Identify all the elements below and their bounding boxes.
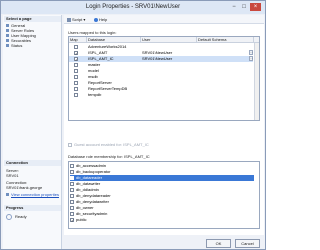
role-label: db_denydatawriter [76, 199, 109, 204]
list-item[interactable]: ✓ public [70, 217, 254, 223]
progress-status: Ready [6, 214, 27, 220]
window-title: Login Properties - SRV01\NewUser [85, 4, 181, 10]
map-checkbox[interactable] [74, 81, 78, 85]
checkbox-icon [68, 142, 72, 147]
role-label: db_ddladmin [76, 187, 99, 192]
role-checkbox[interactable] [70, 169, 74, 174]
page-icon [6, 29, 9, 33]
help-button[interactable]: Help [94, 16, 107, 23]
minimize-button[interactable]: − [230, 3, 238, 11]
server-value: SRV01 [6, 173, 19, 178]
help-icon [94, 17, 98, 22]
close-button[interactable]: × [250, 3, 261, 11]
role-checkbox[interactable]: ✓ [70, 217, 74, 222]
user-cell[interactable] [141, 92, 197, 98]
role-membership-list: db_accessadmin db_backupoperator ✓ db_datar… [68, 161, 260, 229]
role-checkbox[interactable] [70, 163, 74, 168]
maximize-button[interactable]: □ [240, 3, 248, 11]
role-label: db_denydatareader [76, 193, 111, 198]
sidebar: Select a page General Server Roles User … [3, 15, 62, 249]
connection-value: SRV01\frank.george [6, 185, 43, 190]
map-checkbox[interactable] [74, 63, 78, 67]
role-checkbox[interactable] [70, 211, 74, 216]
vertical-scrollbar[interactable] [254, 43, 259, 120]
database-cell: tempdb [88, 92, 102, 97]
role-label: db_datawriter [76, 181, 101, 186]
ok-button[interactable]: OK [206, 239, 231, 248]
map-checkbox[interactable] [74, 75, 78, 79]
map-checkbox[interactable]: ✓ [74, 51, 78, 56]
role-membership-label: Database role membership for: ISPL_AMT_I… [68, 154, 150, 159]
users-mapped-label: Users mapped to this login: [68, 30, 117, 35]
progress-icon [6, 214, 12, 220]
browse-schema-button[interactable]: … [249, 50, 253, 55]
browse-schema-button[interactable]: … [249, 56, 253, 61]
role-checkbox[interactable] [70, 193, 74, 198]
table-row[interactable]: tempdb [69, 92, 253, 98]
default-schema-cell[interactable] [197, 92, 253, 98]
page-icon [6, 39, 9, 43]
chevron-down-icon[interactable]: ▾ [83, 17, 85, 22]
role-checkbox[interactable] [70, 205, 74, 210]
sidebar-item-status[interactable]: Status [6, 43, 22, 48]
script-icon [67, 17, 71, 22]
page-icon [6, 24, 9, 28]
properties-icon [6, 193, 9, 197]
column-header-map[interactable]: Map [69, 37, 87, 43]
role-checkbox[interactable]: ✓ [70, 175, 74, 180]
map-checkbox[interactable]: ✓ [74, 57, 78, 62]
column-header-default-schema[interactable]: Default Schema [197, 37, 254, 43]
select-page-header: Select a page [4, 16, 61, 22]
map-checkbox[interactable] [74, 69, 78, 73]
role-label: db_accessadmin [76, 163, 107, 168]
role-label: public [76, 217, 87, 222]
progress-header: Progress [4, 205, 61, 211]
guest-account-checkbox: Guest account enabled for: ISPL_AMT_IC [68, 142, 149, 147]
column-header-user[interactable]: User [141, 37, 197, 43]
map-checkbox[interactable] [74, 87, 78, 91]
role-checkbox[interactable] [70, 187, 74, 192]
page-icon [6, 34, 9, 38]
role-label: db_securityadmin [76, 211, 108, 216]
title-bar[interactable]: Login Properties - SRV01\NewUser − □ × [1, 1, 265, 14]
grid-header: Map Database User Default Schema [69, 37, 259, 43]
user-mapping-grid: Map Database User Default Schema Adventu… [68, 36, 260, 121]
toolbar: Script ▾ Help [64, 15, 264, 24]
cancel-button[interactable]: Cancel [235, 239, 260, 248]
map-checkbox[interactable] [74, 93, 78, 97]
role-label: db_owner [76, 205, 94, 210]
map-checkbox[interactable] [74, 45, 78, 49]
script-button[interactable]: Script ▾ [67, 16, 85, 23]
role-checkbox[interactable] [70, 199, 74, 204]
role-label: db_backupoperator [76, 169, 111, 174]
page-icon [6, 44, 9, 48]
column-header-database[interactable]: Database [87, 37, 141, 43]
main-content: Script ▾ Help Users mapped to this login… [64, 15, 264, 235]
login-properties-window: Login Properties - SRV01\NewUser − □ × S… [0, 0, 266, 250]
role-label: db_datareader [76, 175, 103, 180]
connection-header: Connection [4, 160, 61, 166]
view-connection-properties-link[interactable]: View connection properties [6, 192, 59, 197]
role-checkbox[interactable] [70, 181, 74, 186]
